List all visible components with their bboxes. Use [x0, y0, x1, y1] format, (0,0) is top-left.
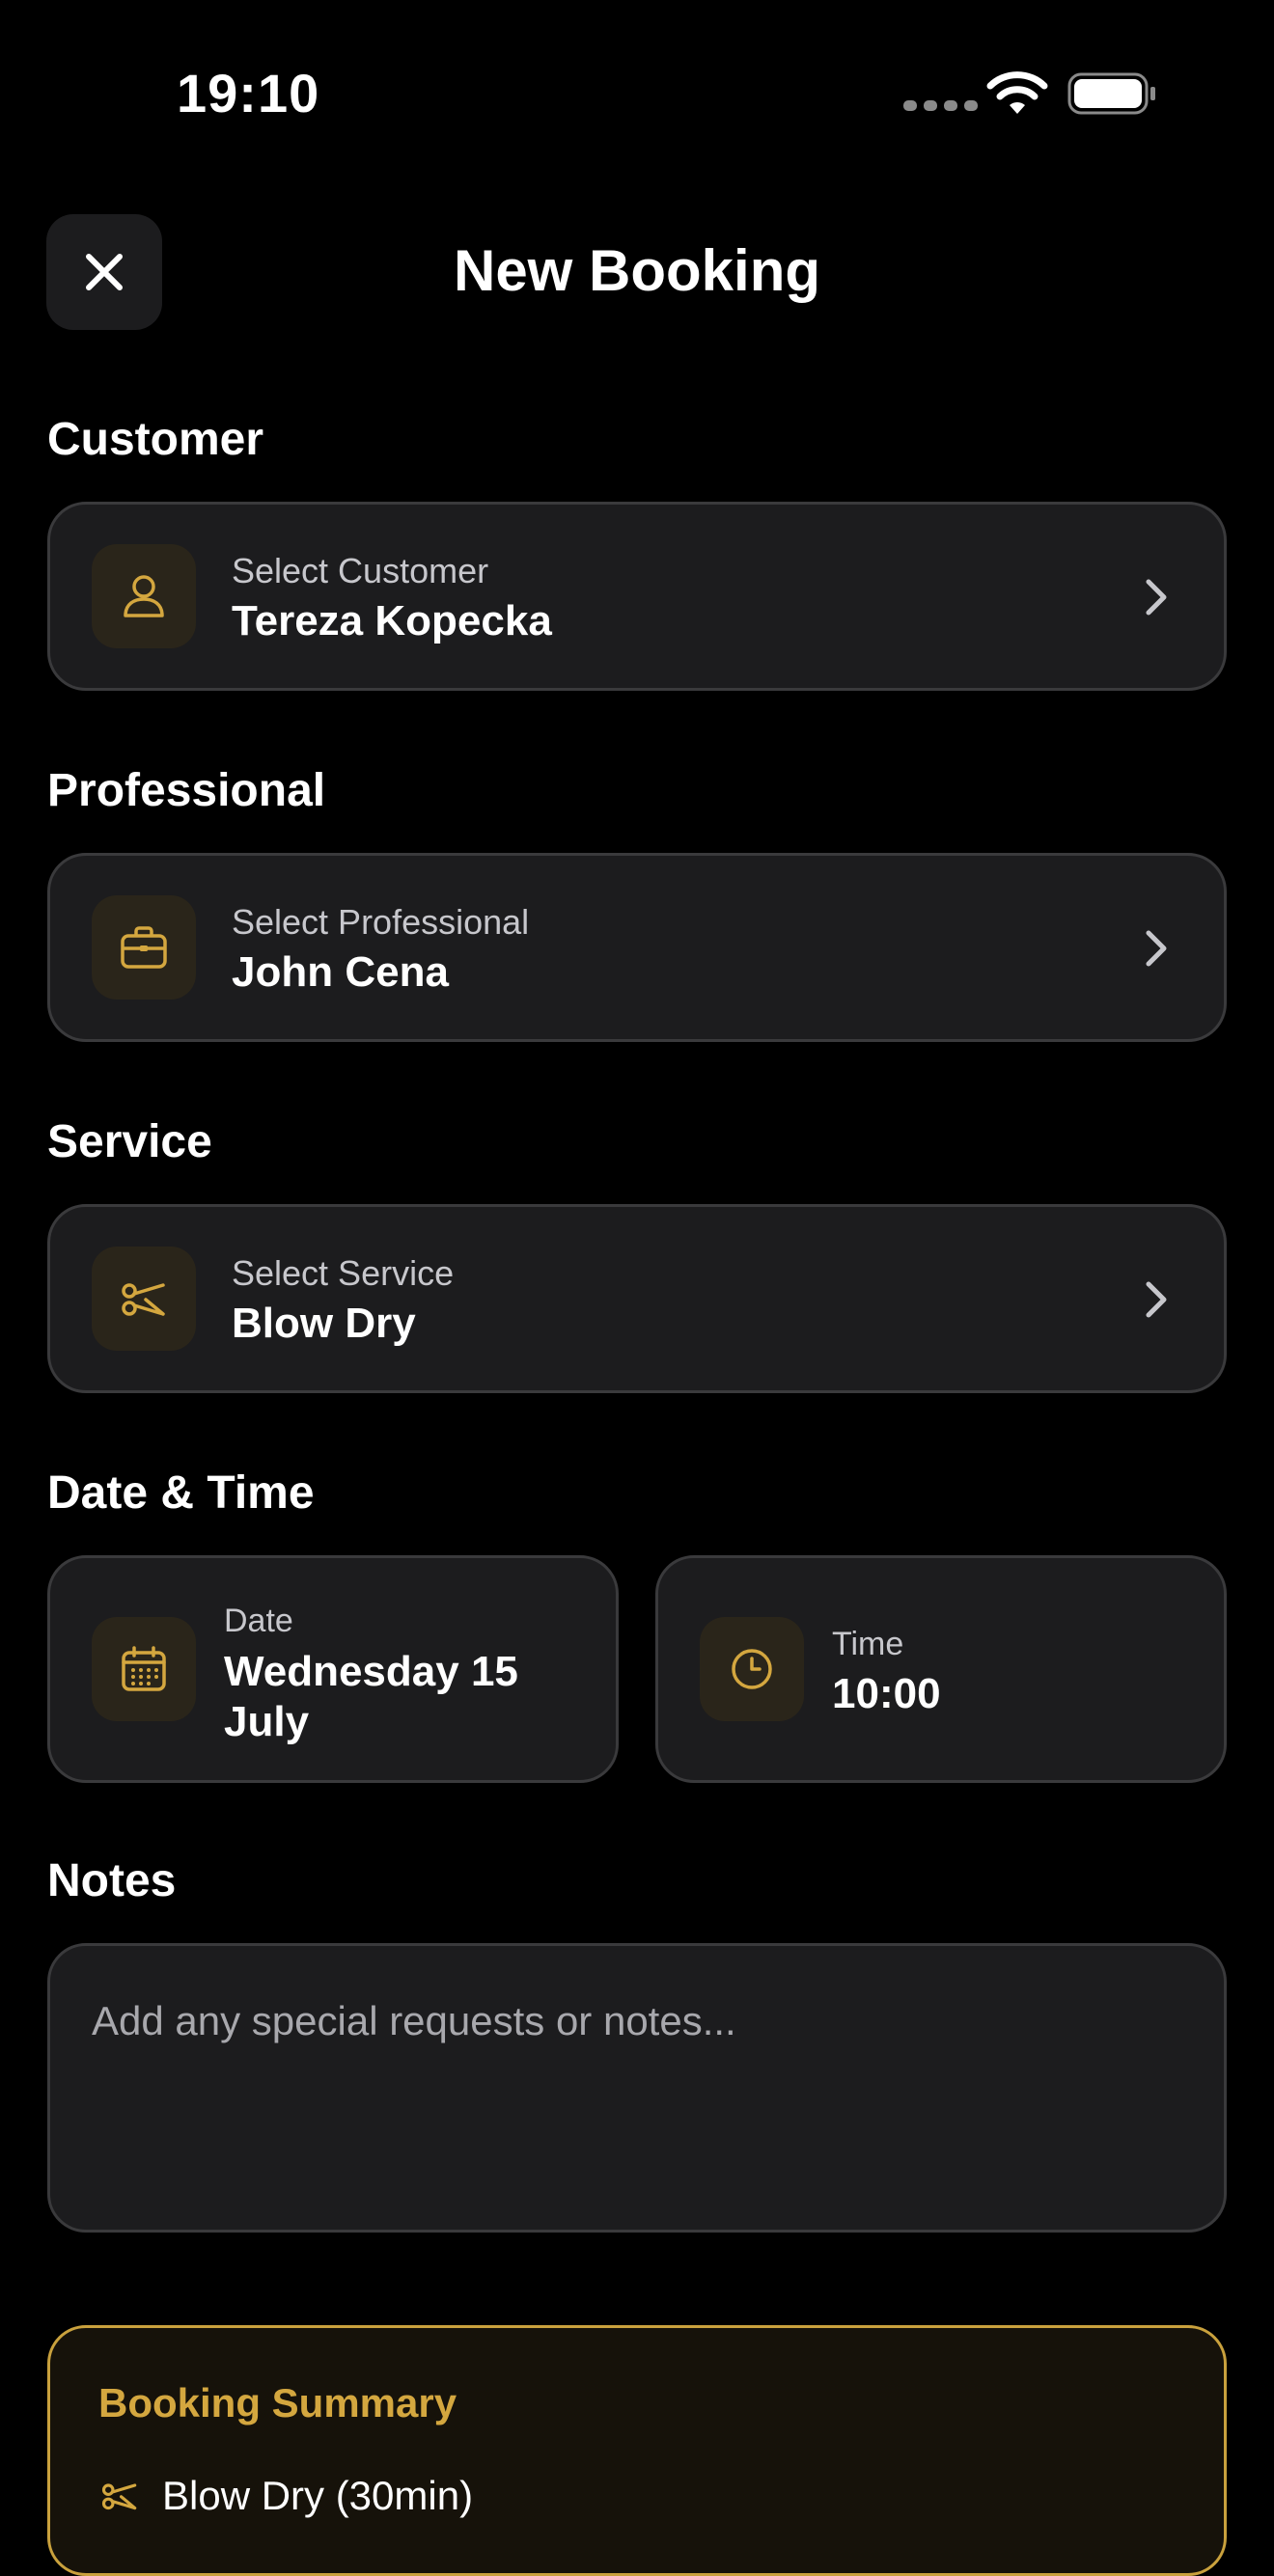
chevron-right-icon	[1146, 1281, 1167, 1318]
customer-value: Tereza Kopecka	[232, 597, 552, 644]
person-icon	[124, 575, 164, 617]
date-label: Date	[224, 1603, 293, 1639]
page-title: New Booking	[453, 238, 820, 303]
time-card[interactable]: Time 10:00	[655, 1555, 1227, 1783]
time-label: Time	[832, 1626, 904, 1662]
booking-summary-card: Booking Summary Blow Dry (30min)	[47, 2325, 1227, 2576]
select-service-card[interactable]: Select Service Blow Dry	[47, 1204, 1227, 1393]
chevron-right-icon	[1146, 579, 1167, 616]
time-value: 10:00	[832, 1670, 941, 1717]
professional-value: John Cena	[232, 948, 449, 996]
date-icon-tile	[92, 1617, 196, 1721]
scissors-icon	[101, 2483, 137, 2510]
customer-icon-tile	[92, 544, 196, 648]
professional-section-title: Professional	[47, 765, 326, 816]
select-customer-card[interactable]: Select Customer Tereza Kopecka	[47, 502, 1227, 691]
status-bar: 19:10	[0, 0, 1274, 193]
date-card[interactable]: Date Wednesday 15 July	[47, 1555, 619, 1783]
booking-summary-title: Booking Summary	[98, 2380, 457, 2425]
service-section-title: Service	[47, 1116, 212, 1167]
service-value: Blow Dry	[232, 1300, 416, 1347]
briefcase-icon	[121, 926, 167, 969]
notes-placeholder: Add any special requests or notes...	[92, 1998, 736, 2043]
scissors-icon	[122, 1283, 165, 1316]
service-icon-tile	[92, 1247, 196, 1351]
time-icon-tile	[700, 1617, 804, 1721]
calendar-icon	[122, 1646, 166, 1691]
cellular-signal-icon	[903, 100, 978, 111]
datetime-section-title: Date & Time	[47, 1467, 315, 1519]
professional-label: Select Professional	[232, 902, 530, 942]
notes-section-title: Notes	[47, 1855, 177, 1906]
summary-service-row: Blow Dry (30min)	[98, 2473, 473, 2519]
battery-icon	[1067, 72, 1155, 115]
summary-service-text: Blow Dry (30min)	[162, 2473, 474, 2518]
status-time: 19:10	[177, 63, 320, 123]
service-label: Select Service	[232, 1253, 455, 1293]
notes-input[interactable]: Add any special requests or notes...	[47, 1943, 1227, 2233]
professional-icon-tile	[92, 895, 196, 1000]
date-value: Wednesday 15 July	[224, 1648, 518, 1745]
customer-label: Select Customer	[232, 551, 489, 590]
select-professional-card[interactable]: Select Professional John Cena	[47, 853, 1227, 1042]
customer-section-title: Customer	[47, 414, 264, 465]
clock-icon	[732, 1649, 772, 1689]
chevron-right-icon	[1146, 930, 1167, 967]
wifi-icon	[986, 71, 1048, 114]
